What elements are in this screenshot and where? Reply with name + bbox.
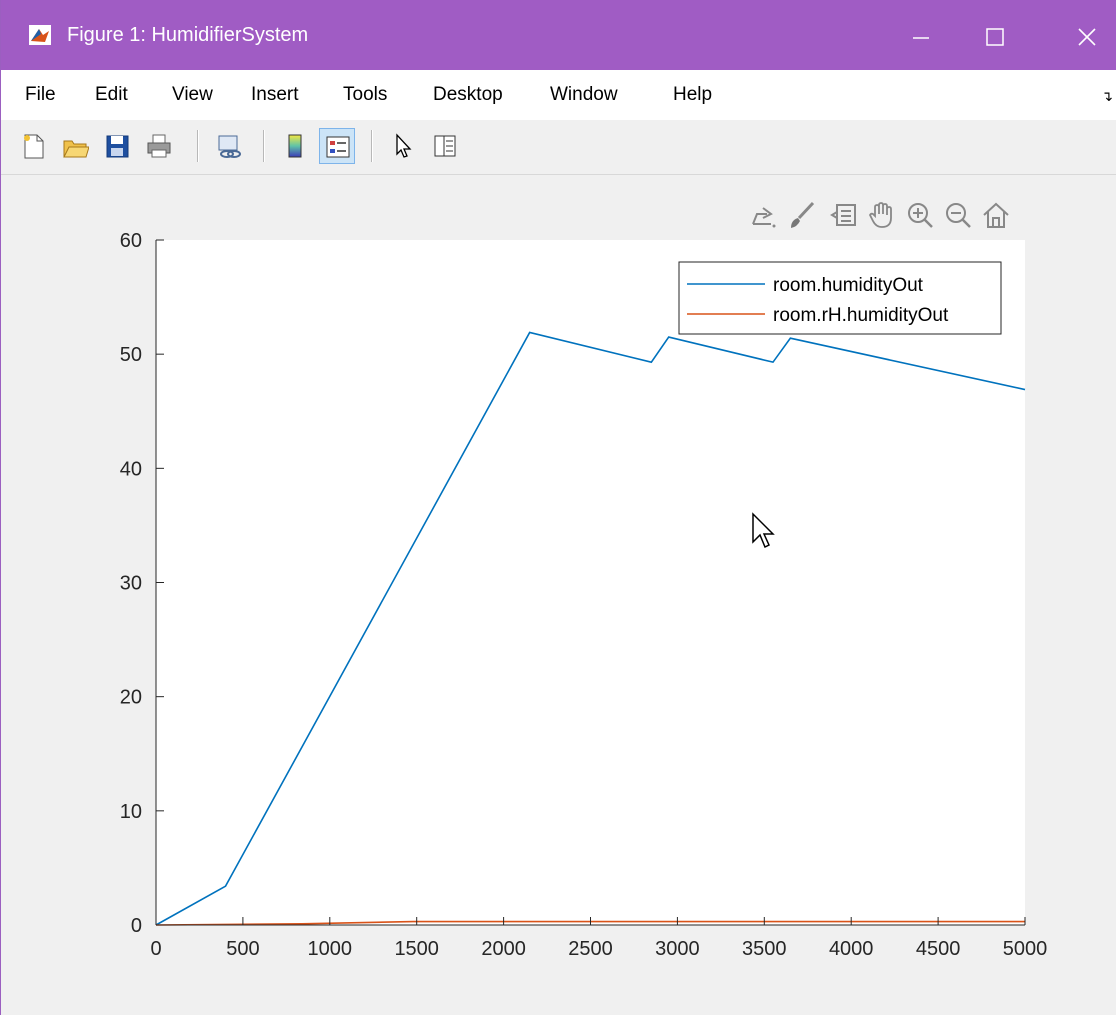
plot-svg: 0 500 1000 1500 2000 2500 3000 3500 4000 4500 5000… bbox=[120, 230, 1048, 960]
mouse-cursor-icon bbox=[752, 512, 775, 549]
x-tick-label: 3500 bbox=[742, 938, 787, 960]
x-tick-label: 2000 bbox=[481, 938, 526, 960]
y-tick-label: 20 bbox=[120, 687, 142, 709]
legend-label-2: room.rH.humidityOut bbox=[773, 305, 949, 326]
y-tick-label: 30 bbox=[120, 573, 142, 595]
x-tick-label: 5000 bbox=[1003, 938, 1048, 960]
y-tick-label: 0 bbox=[131, 915, 142, 937]
y-tick-label: 60 bbox=[120, 230, 142, 252]
legend-label-1: room.humidityOut bbox=[773, 275, 924, 296]
y-tick-label: 10 bbox=[120, 801, 142, 823]
legend[interactable]: room.humidityOut room.rH.humidityOut bbox=[678, 261, 1002, 335]
x-tick-label: 4000 bbox=[829, 938, 874, 960]
x-tick-label: 4500 bbox=[916, 938, 961, 960]
axes-background[interactable] bbox=[156, 240, 1025, 925]
y-tick-label: 50 bbox=[120, 344, 142, 366]
x-tick-label: 2500 bbox=[568, 938, 613, 960]
figure-window: Figure 1: HumidifierSystem File Edit Vie… bbox=[0, 0, 1116, 1015]
x-tick-label: 3000 bbox=[655, 938, 700, 960]
x-tick-label: 1500 bbox=[394, 938, 439, 960]
x-tick-label: 0 bbox=[150, 938, 161, 960]
x-tick-label: 1000 bbox=[308, 938, 353, 960]
y-tick-label: 40 bbox=[120, 458, 142, 480]
x-tick-label: 500 bbox=[226, 938, 259, 960]
